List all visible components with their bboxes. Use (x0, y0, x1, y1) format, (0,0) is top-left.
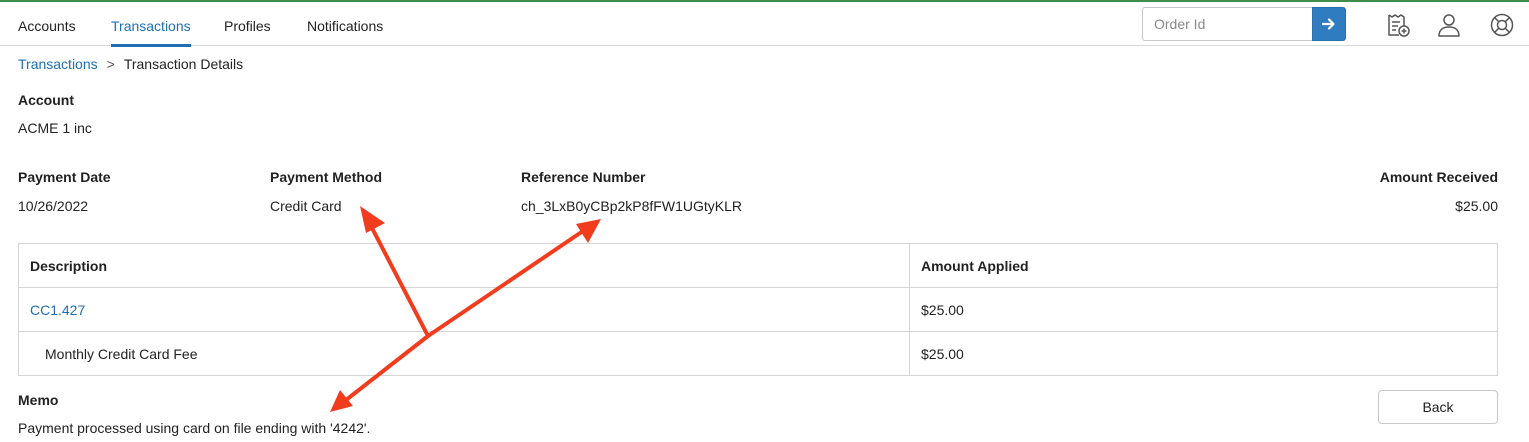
reference-number-value: ch_3LxB0yCBp2kP8fFW1UGtyKLR (521, 198, 742, 214)
annotation-arrowhead (576, 219, 601, 243)
amount-received-label: Amount Received (1379, 169, 1498, 185)
tab-transactions[interactable]: Transactions (111, 2, 191, 47)
table-header-amount-applied: Amount Applied (921, 258, 1029, 274)
user-profile-button[interactable] (1434, 10, 1464, 40)
payment-date-value: 10/26/2022 (18, 198, 89, 214)
memo-label: Memo (18, 392, 59, 408)
annotation-arrowhead (360, 206, 385, 233)
back-button[interactable]: Back (1378, 390, 1498, 424)
annotation-arrowhead (330, 390, 353, 412)
account-label: Account (18, 92, 74, 108)
table-row: CC1.427 $25.00 (19, 288, 1497, 332)
invoice-add-icon (1388, 14, 1410, 37)
table-header-description: Description (30, 258, 108, 274)
help-lifebuoy-icon (1490, 13, 1514, 37)
amount-applied-cell: $25.00 (921, 302, 964, 318)
payment-method-label: Payment Method (270, 169, 383, 185)
breadcrumb: Transactions > Transaction Details (18, 56, 243, 72)
invoice-add-button[interactable] (1383, 10, 1413, 40)
payment-method-value: Credit Card (270, 198, 342, 214)
top-navigation: Accounts Transactions Profiles Notificat… (0, 2, 1529, 47)
amount-received-value: $25.00 (1455, 198, 1498, 214)
search-submit-button[interactable] (1312, 7, 1346, 41)
arrow-right-icon (1322, 18, 1335, 30)
tab-profiles[interactable]: Profiles (224, 2, 271, 46)
table-header-row: Description Amount Applied (19, 244, 1497, 288)
memo-value: Payment processed using card on file end… (18, 420, 371, 436)
tab-notifications[interactable]: Notifications (307, 2, 383, 46)
amount-applied-cell: $25.00 (921, 346, 964, 362)
description-cell: Monthly Credit Card Fee (45, 346, 198, 362)
breadcrumb-current: Transaction Details (123, 56, 244, 72)
invoice-link[interactable]: CC1.427 (30, 288, 85, 332)
payment-date-label: Payment Date (18, 169, 111, 185)
tab-accounts[interactable]: Accounts (18, 2, 76, 46)
help-button[interactable] (1487, 10, 1517, 40)
user-icon (1438, 14, 1460, 37)
reference-number-label: Reference Number (521, 169, 646, 185)
breadcrumb-separator: > (106, 56, 115, 72)
breadcrumb-transactions-link[interactable]: Transactions (18, 56, 98, 72)
order-id-search-input[interactable] (1142, 7, 1312, 41)
table-row: Monthly Credit Card Fee $25.00 (19, 332, 1497, 376)
applied-amounts-table: Description Amount Applied CC1.427 $25.0… (18, 243, 1498, 376)
account-value: ACME 1 inc (18, 120, 92, 136)
